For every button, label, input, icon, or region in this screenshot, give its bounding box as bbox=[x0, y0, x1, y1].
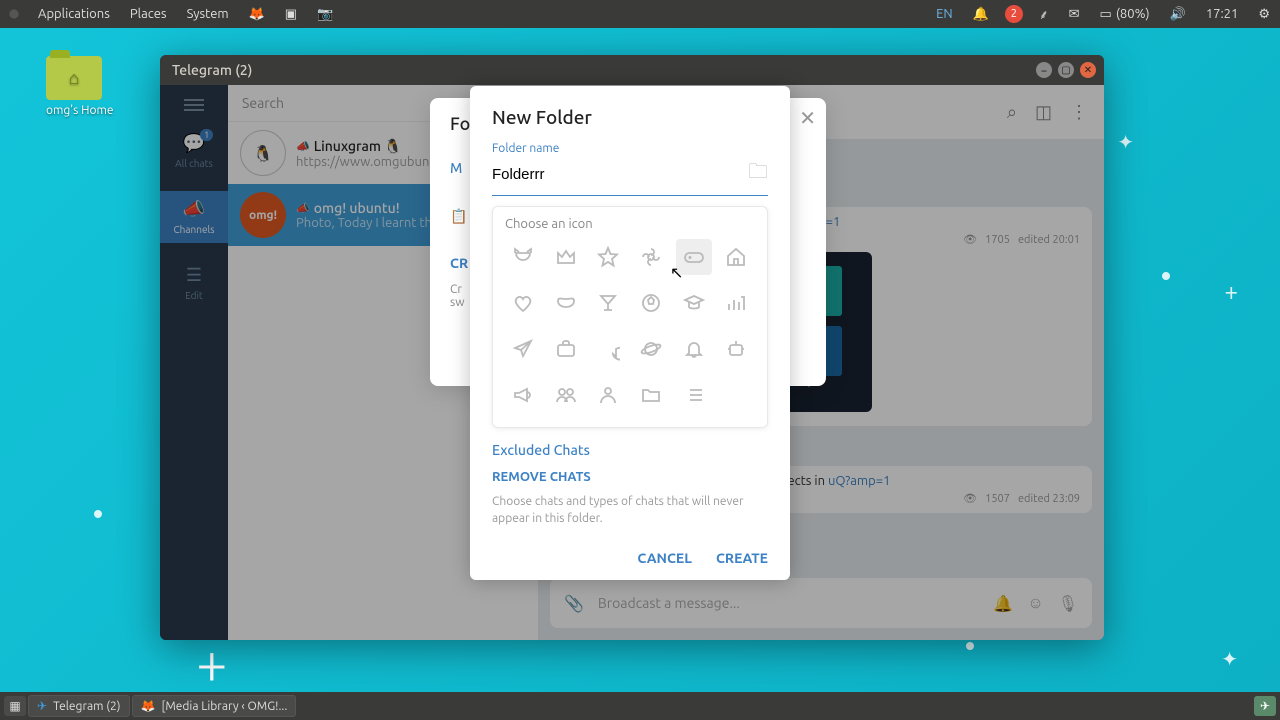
updates-badge[interactable]: 2 bbox=[1005, 5, 1023, 23]
icon-picker-hint: Choose an icon bbox=[505, 217, 755, 231]
screenshot-icon[interactable]: 📷 bbox=[313, 5, 337, 24]
power-icon[interactable]: ⚙ bbox=[1254, 5, 1274, 24]
dot-decor bbox=[94, 510, 102, 518]
chat-icon[interactable] bbox=[590, 331, 626, 367]
folder-name-label: Folder name bbox=[492, 142, 768, 155]
taskbar-item-firefox[interactable]: 🦊 [Media Library ‹ OMG!... bbox=[132, 695, 297, 717]
robot-icon[interactable] bbox=[718, 331, 754, 367]
excluded-help-text: Choose chats and types of chats that wil… bbox=[492, 494, 768, 528]
dot-decor bbox=[1162, 272, 1170, 280]
flower-icon[interactable] bbox=[633, 239, 669, 275]
window-maximize-button[interactable]: ▢ bbox=[1058, 62, 1074, 78]
system-top-panel: Applications Places System 🦊 ▣ 📷 EN 🔔 2 … bbox=[0, 0, 1280, 28]
mask-icon[interactable] bbox=[548, 285, 584, 321]
home-icon[interactable] bbox=[718, 239, 754, 275]
cat-icon[interactable] bbox=[505, 239, 541, 275]
firefox-icon: 🦊 bbox=[141, 699, 156, 713]
bell-icon[interactable] bbox=[676, 331, 712, 367]
window-close-button[interactable]: ✕ bbox=[1080, 62, 1096, 78]
wifi-icon[interactable]: ⸙ bbox=[1035, 3, 1053, 25]
martini-icon[interactable] bbox=[590, 285, 626, 321]
folder-outline-icon[interactable]: 🗀 bbox=[748, 157, 768, 191]
crown-icon[interactable] bbox=[548, 239, 584, 275]
mail-icon[interactable]: ✉ bbox=[1065, 5, 1084, 24]
briefcase-icon[interactable] bbox=[548, 331, 584, 367]
plus-big-decor-icon: + bbox=[196, 631, 228, 694]
star-icon[interactable] bbox=[590, 239, 626, 275]
distro-logo-icon bbox=[6, 6, 22, 22]
bottom-taskbar: ▦ ✈ Telegram (2) 🦊 [Media Library ‹ OMG!..… bbox=[0, 692, 1280, 720]
taskbar-label: Telegram (2) bbox=[53, 700, 121, 713]
notifications-bell-icon[interactable]: 🔔 bbox=[969, 5, 993, 24]
sparkle-icon: ✦ bbox=[1221, 647, 1238, 671]
volume-icon[interactable]: 🔊 bbox=[1166, 5, 1190, 24]
list-icon[interactable] bbox=[676, 377, 712, 413]
show-desktop-button[interactable]: ▦ bbox=[4, 696, 26, 716]
menu-system[interactable]: System bbox=[183, 5, 233, 23]
folder-icon bbox=[46, 56, 102, 100]
clock[interactable]: 17:21 bbox=[1202, 5, 1243, 23]
soccer-icon[interactable] bbox=[633, 285, 669, 321]
window-minimize-button[interactable]: – bbox=[1036, 62, 1052, 78]
close-icon[interactable]: ✕ bbox=[799, 106, 816, 130]
megaphone-icon[interactable] bbox=[505, 377, 541, 413]
sparkle-icon: ✦ bbox=[1117, 130, 1134, 154]
create-button[interactable]: CREATE bbox=[716, 550, 768, 566]
taskbar-label: [Media Library ‹ OMG!... bbox=[162, 700, 288, 713]
firefox-icon[interactable]: 🦊 bbox=[245, 5, 269, 24]
group-icon[interactable] bbox=[548, 377, 584, 413]
system-tray-telegram[interactable]: ✈ bbox=[1254, 696, 1276, 716]
folder-name-input[interactable] bbox=[492, 166, 748, 183]
icon-picker: Choose an icon bbox=[492, 206, 768, 428]
planet-icon[interactable] bbox=[633, 331, 669, 367]
chart-icon[interactable] bbox=[718, 285, 754, 321]
modal-title: New Folder bbox=[492, 106, 768, 128]
desktop-icon-label: omg's Home bbox=[46, 104, 114, 117]
taskbar-item-telegram[interactable]: ✈ Telegram (2) bbox=[28, 695, 130, 717]
plus-decor-icon: + bbox=[1224, 278, 1238, 305]
battery-icon[interactable]: ▭ (80%) bbox=[1096, 5, 1154, 24]
folder-icon[interactable] bbox=[633, 377, 669, 413]
menu-places[interactable]: Places bbox=[126, 5, 171, 23]
person-icon[interactable] bbox=[590, 377, 626, 413]
game-icon[interactable] bbox=[676, 239, 712, 275]
telegram-tray-icon: ✈ bbox=[1260, 700, 1270, 713]
excluded-chats-heading: Excluded Chats bbox=[492, 442, 768, 458]
keyboard-lang-indicator[interactable]: EN bbox=[932, 5, 957, 23]
heart-icon[interactable] bbox=[505, 285, 541, 321]
graduation-icon[interactable] bbox=[676, 285, 712, 321]
telegram-icon: ✈ bbox=[37, 699, 47, 713]
terminal-icon[interactable]: ▣ bbox=[281, 5, 301, 24]
menu-applications[interactable]: Applications bbox=[34, 5, 114, 23]
airplane-icon[interactable] bbox=[505, 331, 541, 367]
window-titlebar[interactable]: Telegram (2) – ▢ ✕ bbox=[160, 55, 1104, 85]
desktop-home-folder[interactable]: omg's Home bbox=[46, 56, 114, 117]
new-folder-modal: New Folder Folder name 🗀 Choose an icon bbox=[470, 86, 790, 580]
remove-chats-button[interactable]: REMOVE CHATS bbox=[492, 470, 768, 484]
cancel-button[interactable]: CANCEL bbox=[637, 550, 692, 566]
window-title: Telegram (2) bbox=[172, 62, 252, 78]
dot-decor bbox=[966, 642, 974, 650]
